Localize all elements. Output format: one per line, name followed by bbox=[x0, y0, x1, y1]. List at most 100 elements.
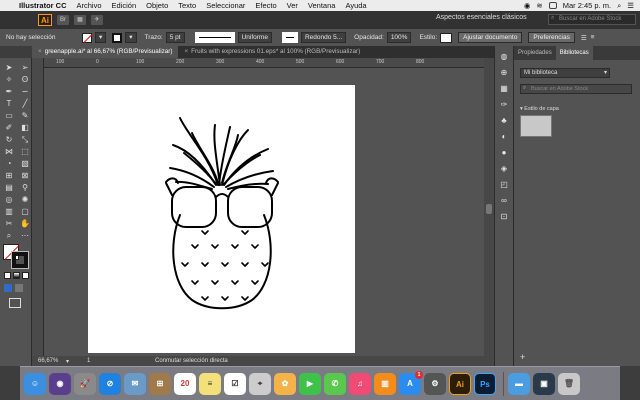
battery-icon[interactable] bbox=[548, 2, 557, 9]
gradient-tool-icon[interactable]: ▤ bbox=[2, 182, 16, 193]
search-icon[interactable]: ⌕ bbox=[617, 1, 621, 11]
trash-icon[interactable]: 🗑 bbox=[558, 372, 580, 395]
notification-icon[interactable]: ◉ bbox=[524, 1, 531, 10]
menu-edicion[interactable]: Edición bbox=[107, 1, 142, 10]
menu-efecto[interactable]: Efecto bbox=[250, 1, 281, 10]
brush-definition-preview[interactable] bbox=[281, 32, 298, 43]
clock[interactable]: Mar 2:45 p. m. bbox=[563, 1, 611, 10]
blend-tool-icon[interactable]: ◎ bbox=[2, 194, 16, 205]
shaper-tool-icon[interactable]: ✐ bbox=[2, 122, 16, 133]
tab-greenapple[interactable]: × greenapple.ai* al 66,67% (RGB/Previsual… bbox=[32, 46, 179, 58]
menu-ventana[interactable]: Ventana bbox=[303, 1, 341, 10]
fill-stroke-widget[interactable] bbox=[3, 244, 29, 269]
line-segment-tool-icon[interactable]: ╱ bbox=[18, 98, 32, 109]
live-paint-tool-icon[interactable]: ▧ bbox=[18, 158, 32, 169]
links-icon[interactable]: ∞ bbox=[498, 196, 510, 206]
artboard-tool-icon[interactable]: ▢ bbox=[18, 206, 32, 217]
opacity-label[interactable]: Opacidad: bbox=[354, 34, 384, 41]
safari-icon[interactable]: ⊘ bbox=[99, 372, 121, 395]
photos-icon[interactable]: ✿ bbox=[274, 372, 296, 395]
app-store-icon[interactable]: A1 bbox=[399, 370, 423, 395]
perspective-grid-tool-icon[interactable]: ⊞ bbox=[2, 170, 16, 181]
gpu-performance-icon[interactable]: ✈ bbox=[91, 15, 103, 25]
mesh-tool-icon[interactable]: ⊠ bbox=[18, 170, 32, 181]
stock-search-input[interactable]: Buscar en Adobe Stock bbox=[548, 14, 636, 25]
menu-seleccionar[interactable]: Seleccionar bbox=[201, 1, 250, 10]
brushes-icon[interactable]: ✑ bbox=[498, 100, 510, 110]
menu-list-icon[interactable]: ☰ bbox=[627, 1, 634, 10]
notes-icon[interactable]: ≡ bbox=[199, 372, 221, 395]
width-tool-icon[interactable]: ⋈ bbox=[2, 146, 16, 157]
vertical-scrollbar[interactable] bbox=[484, 58, 494, 356]
type-tool-icon[interactable]: T bbox=[2, 98, 16, 109]
add-content-icon[interactable]: + bbox=[520, 352, 525, 362]
artboard[interactable] bbox=[88, 85, 355, 353]
finder-icon[interactable]: ☺ bbox=[24, 372, 46, 395]
hand-tool-icon[interactable]: ✋ bbox=[18, 218, 32, 229]
maps-icon[interactable]: ⌖ bbox=[249, 372, 271, 395]
cc-libraries-icon[interactable]: ⊕ bbox=[498, 68, 510, 78]
artboard-navigator[interactable]: 1 bbox=[87, 358, 147, 364]
adjust-document-button[interactable]: Ajustar documento bbox=[458, 32, 523, 43]
itunes-icon[interactable]: ♫ bbox=[349, 372, 371, 395]
facetime-icon[interactable]: ▶ bbox=[299, 372, 321, 395]
swatches-icon[interactable]: ▦ bbox=[498, 84, 510, 94]
tab-properties[interactable]: Propiedades bbox=[514, 46, 556, 60]
none-mode-icon[interactable] bbox=[22, 272, 29, 279]
contacts-icon[interactable]: ⊞ bbox=[149, 372, 171, 395]
library-select[interactable]: Mi biblioteca bbox=[520, 68, 610, 78]
layers-icon[interactable]: ◈ bbox=[498, 164, 510, 174]
eraser-tool-icon[interactable]: ◧ bbox=[18, 122, 32, 133]
close-tab-icon[interactable]: × bbox=[38, 48, 42, 55]
edit-toolbar-icon[interactable]: ⋯ bbox=[18, 230, 32, 241]
downloads-folder-icon[interactable]: ▬ bbox=[508, 372, 530, 395]
lasso-tool-icon[interactable]: ʘ bbox=[18, 74, 32, 85]
zoom-dropdown-icon[interactable]: ▾ bbox=[66, 358, 69, 365]
stroke-swatch[interactable] bbox=[112, 32, 123, 43]
draw-normal-icon[interactable] bbox=[4, 284, 12, 292]
calendar-icon[interactable]: 20 bbox=[174, 372, 196, 395]
stroke-weight-field[interactable]: 5 pt bbox=[165, 32, 185, 43]
zoom-tool-icon[interactable]: ⌕ bbox=[2, 230, 16, 241]
menu-ayuda[interactable]: Ayuda bbox=[340, 1, 371, 10]
color-mode-icon[interactable] bbox=[4, 272, 11, 279]
direct-selection-tool-icon[interactable]: ➢ bbox=[18, 62, 32, 73]
slice-tool-icon[interactable]: ✂ bbox=[2, 218, 16, 229]
panel-menu-icon[interactable]: ≡ bbox=[591, 34, 595, 41]
layer-style-thumbnail[interactable] bbox=[520, 115, 552, 137]
column-graph-tool-icon[interactable]: ▥ bbox=[2, 206, 16, 217]
messages-icon[interactable]: ✆ bbox=[324, 372, 346, 395]
eyedropper-tool-icon[interactable]: ⚲ bbox=[18, 182, 32, 193]
pen-tool-icon[interactable]: ✒ bbox=[2, 86, 16, 97]
scale-tool-icon[interactable]: ⤡ bbox=[18, 134, 32, 145]
symbols-icon[interactable]: ♣ bbox=[498, 116, 510, 126]
align-icon[interactable]: ☰ bbox=[581, 34, 587, 42]
ibooks-icon[interactable]: ▥ bbox=[374, 372, 396, 395]
opacity-field[interactable]: 100% bbox=[386, 32, 412, 43]
illustrator-dock-icon[interactable]: Ai bbox=[449, 372, 471, 395]
reminders-icon[interactable]: ☑ bbox=[224, 372, 246, 395]
pineapple-illustration[interactable] bbox=[88, 85, 355, 353]
siri-icon[interactable]: ◉ bbox=[49, 372, 71, 395]
app-menu[interactable]: Illustrator CC bbox=[14, 1, 72, 10]
menu-archivo[interactable]: Archivo bbox=[72, 1, 107, 10]
menu-objeto[interactable]: Objeto bbox=[141, 1, 173, 10]
fill-swatch[interactable] bbox=[82, 32, 92, 43]
screenshots-folder-icon[interactable]: ▣ bbox=[533, 372, 555, 395]
mail-icon[interactable]: ✉ bbox=[124, 372, 146, 395]
scrollbar-thumb[interactable] bbox=[486, 204, 492, 214]
zoom-level[interactable]: 66,67% bbox=[38, 358, 66, 364]
magic-wand-tool-icon[interactable]: ✧ bbox=[2, 74, 16, 85]
rectangle-tool-icon[interactable]: ▭ bbox=[2, 110, 16, 121]
brush-dropdown[interactable]: Redondo 5... bbox=[300, 32, 347, 43]
tab-fruits[interactable]: × Fruits with expressions 01.eps* al 100%… bbox=[178, 46, 366, 58]
transform-icon[interactable]: ⊡ bbox=[498, 212, 510, 222]
symbol-sprayer-tool-icon[interactable]: ✺ bbox=[18, 194, 32, 205]
shape-builder-tool-icon[interactable]: ◔ bbox=[2, 158, 16, 169]
arrange-documents-icon[interactable]: ▦ bbox=[74, 15, 86, 25]
draw-behind-icon[interactable] bbox=[15, 284, 23, 292]
color-guide-icon[interactable]: ◍ bbox=[498, 52, 510, 62]
screen-mode-icon[interactable] bbox=[9, 298, 21, 308]
layer-style-section-header[interactable]: ▾ Estilo de capa bbox=[520, 106, 640, 112]
rotate-tool-icon[interactable]: ↻ bbox=[2, 134, 16, 145]
